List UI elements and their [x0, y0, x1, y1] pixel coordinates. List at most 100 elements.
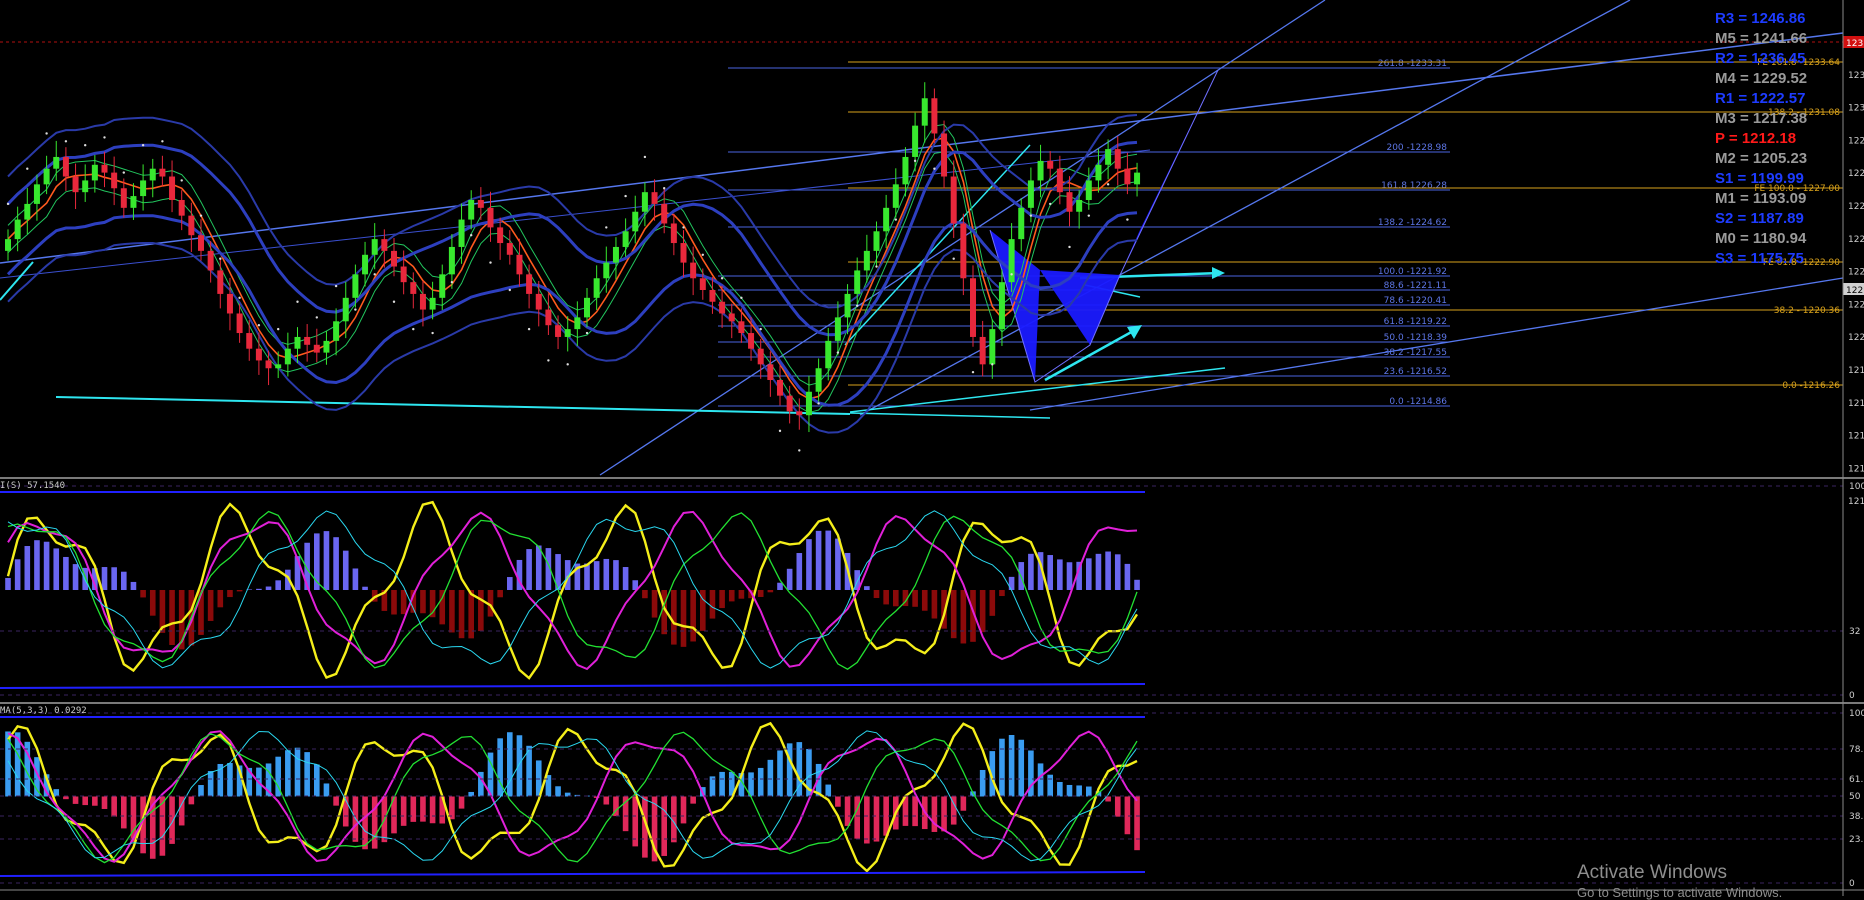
- sar-dot: [1087, 214, 1091, 217]
- candle-body: [140, 180, 147, 197]
- histogram-bar: [342, 550, 349, 590]
- sar-dot: [257, 324, 261, 327]
- candle-body: [1085, 180, 1092, 200]
- candle-body: [564, 329, 571, 337]
- sar-dot: [315, 316, 318, 319]
- histogram-bar: [1037, 763, 1044, 797]
- histogram-bar: [767, 590, 774, 593]
- histogram-bar: [1134, 796, 1140, 851]
- histogram-bar: [256, 588, 262, 590]
- oscillator-axis-label: 23.6: [1849, 835, 1864, 845]
- candle-body: [593, 278, 600, 298]
- sar-dot: [470, 234, 473, 237]
- histogram-bar: [362, 586, 368, 590]
- histogram-bar: [198, 785, 204, 797]
- histogram-bar: [24, 546, 31, 590]
- sar-dot: [431, 331, 434, 335]
- histogram-bar: [1114, 554, 1121, 590]
- histogram-bar: [671, 590, 677, 645]
- sar-dot: [373, 273, 376, 276]
- histogram-bar: [323, 783, 330, 797]
- candle-body: [72, 176, 79, 193]
- histogram-bar: [1057, 781, 1063, 797]
- candle-body: [323, 340, 330, 353]
- candle-body: [632, 211, 639, 232]
- fe-label: 38.2 - 1220.36: [1774, 306, 1840, 316]
- fib-label: 100.0 -1221.92: [1378, 267, 1447, 277]
- price-axis-label: 121: [1848, 497, 1864, 507]
- candle-body: [1047, 160, 1054, 169]
- histogram-bar: [680, 796, 687, 824]
- pivot-level: R3 = 1246.86: [1715, 10, 1806, 27]
- candlesticks: [5, 82, 1141, 452]
- candle-body: [458, 219, 465, 247]
- candle-body: [342, 297, 349, 322]
- histogram-bar: [188, 796, 195, 805]
- pivot-level: S2 = 1187.89: [1715, 210, 1804, 227]
- histogram-bar: [777, 750, 783, 797]
- candle-body: [159, 168, 166, 177]
- fib-label: 38.2 -1217.55: [1384, 348, 1447, 358]
- sar-dot: [682, 226, 685, 229]
- histogram-bar: [82, 796, 88, 806]
- sar-dot: [6, 202, 10, 206]
- candle-body: [53, 156, 60, 169]
- histogram-bar: [1028, 553, 1034, 590]
- sar-dot: [450, 280, 454, 284]
- histogram-bar: [603, 796, 610, 805]
- candle-body: [101, 164, 108, 173]
- sar-dot: [585, 331, 589, 335]
- candle-body: [82, 180, 89, 193]
- ma-line: [7, 137, 1138, 400]
- histogram-bar: [1057, 559, 1063, 590]
- candle-body: [844, 293, 851, 318]
- sar-dot: [141, 144, 145, 147]
- sar-dot: [238, 296, 241, 300]
- histogram-bar: [304, 752, 310, 797]
- histogram-bar: [864, 796, 870, 844]
- candle-body: [43, 168, 50, 185]
- candle-body: [825, 340, 832, 369]
- histogram-bar: [294, 747, 301, 797]
- histogram-bar: [420, 590, 426, 614]
- histogram-bar: [989, 590, 996, 616]
- histogram-bar: [555, 786, 561, 797]
- candle-body: [912, 125, 919, 157]
- candle-body: [699, 278, 706, 290]
- sar-dot: [740, 296, 743, 300]
- chart-canvas[interactable]: 261.8 -1233.31 200 -1228.98 161.8 1226.28 1…: [0, 0, 1864, 896]
- candle-body: [14, 219, 21, 240]
- candle-body: [941, 133, 948, 177]
- candle-body: [497, 227, 504, 244]
- ma-line: [7, 114, 1138, 309]
- rsi-panel: 100 32 0: [0, 482, 1864, 701]
- oscillator-line: [7, 730, 1138, 863]
- histogram-bar: [111, 567, 117, 590]
- pivot-level: M3 = 1217.38: [1715, 110, 1808, 127]
- histogram-bar: [883, 590, 889, 605]
- pivot-level: M1 = 1193.09: [1715, 190, 1807, 207]
- fib-label: 88.6 -1221.11: [1384, 281, 1447, 291]
- histogram-bar: [227, 763, 233, 797]
- histogram-bar: [1066, 784, 1073, 797]
- histogram-bar: [92, 796, 98, 806]
- sar-dot: [701, 253, 704, 256]
- candle-body: [487, 207, 494, 228]
- histogram-bar: [757, 590, 764, 597]
- oscillator-axis-label: 0: [1849, 691, 1855, 701]
- pivot-level: R2 = 1236.45: [1715, 50, 1806, 67]
- histogram-bar: [420, 796, 426, 822]
- histogram-bar: [844, 796, 851, 826]
- histogram-bar: [873, 590, 880, 599]
- candle-body: [207, 250, 214, 271]
- histogram-bar: [854, 796, 860, 839]
- candle-body: [477, 200, 484, 208]
- pivot-level: M0 = 1180.94: [1715, 230, 1807, 247]
- histogram-bar: [121, 571, 127, 590]
- price-axis-label: 122: [1848, 333, 1864, 343]
- histogram-bar: [622, 567, 629, 590]
- price-axis-label: 122: [1848, 169, 1864, 179]
- oscillator-axis-label: 100: [1849, 482, 1864, 492]
- sar-dot: [971, 370, 975, 374]
- current-price-label: 122: [1846, 286, 1863, 296]
